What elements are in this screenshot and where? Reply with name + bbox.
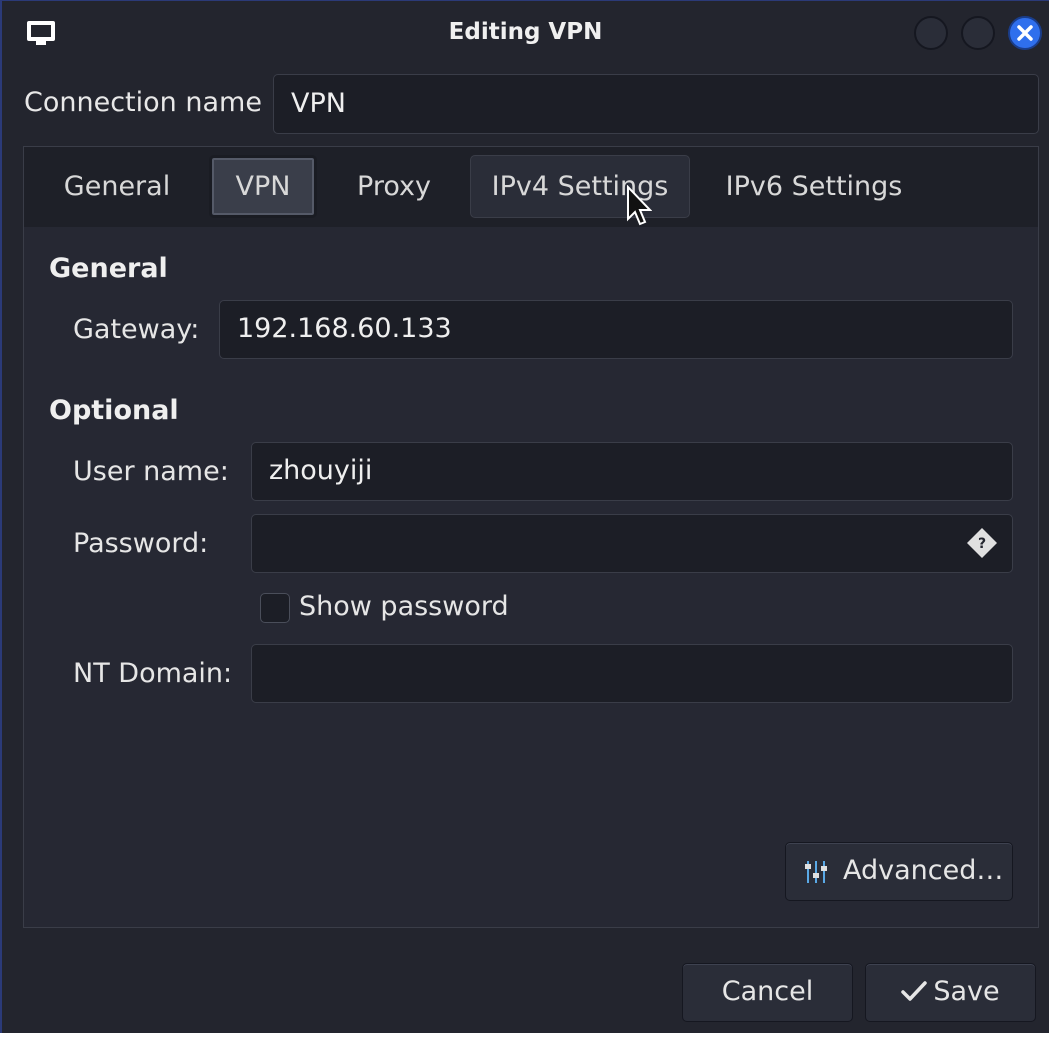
optional-section-heading: Optional [49, 395, 179, 426]
close-icon [1017, 25, 1033, 41]
tab-bar: General VPN Proxy IPv4 Settings IPv6 Set… [24, 147, 1038, 227]
tab-ipv4-settings[interactable]: IPv4 Settings [470, 155, 690, 218]
settings-notebook: General VPN Proxy IPv4 Settings IPv6 Set… [23, 146, 1039, 928]
nt-domain-input[interactable] [251, 644, 1013, 703]
nt-domain-label: NT Domain: [73, 658, 233, 689]
general-section-heading: General [49, 253, 168, 284]
minimize-button[interactable] [914, 16, 948, 50]
connection-name-row: Connection name VPN [2, 73, 1049, 135]
password-label: Password: [73, 528, 209, 559]
username-label: User name: [73, 456, 229, 487]
password-storage-question-icon[interactable]: ? [966, 527, 998, 559]
username-input[interactable]: zhouyiji [251, 442, 1013, 501]
maximize-button[interactable] [961, 16, 995, 50]
editing-vpn-dialog: Editing VPN Connection name VPN General … [0, 0, 1049, 1033]
save-button[interactable]: Save [865, 963, 1036, 1022]
gateway-label: Gateway: [73, 314, 200, 345]
tab-general[interactable]: General [46, 155, 188, 218]
checkmark-icon [901, 980, 928, 1001]
cancel-button[interactable]: Cancel [682, 963, 853, 1022]
settings-sliders-icon [805, 861, 827, 883]
password-input[interactable]: ? [251, 514, 1013, 573]
show-password-label[interactable]: Show password [299, 591, 509, 622]
connection-name-input[interactable]: VPN [273, 74, 1039, 134]
tab-vpn[interactable]: VPN [209, 155, 317, 218]
show-password-checkbox[interactable] [260, 593, 290, 623]
tab-proxy[interactable]: Proxy [340, 155, 448, 218]
mouse-pointer-icon [627, 185, 652, 226]
connection-name-label: Connection name [24, 87, 262, 118]
save-button-label: Save [933, 976, 1000, 1007]
tab-ipv6-settings[interactable]: IPv6 Settings [711, 155, 917, 218]
gateway-input[interactable]: 192.168.60.133 [219, 300, 1013, 359]
close-button[interactable] [1008, 16, 1042, 50]
window-title: Editing VPN [448, 19, 603, 45]
svg-text:?: ? [978, 536, 986, 552]
advanced-button-label: Advanced… [843, 855, 1004, 886]
titlebar[interactable]: Editing VPN [2, 1, 1049, 65]
advanced-button[interactable]: Advanced… [785, 842, 1013, 901]
